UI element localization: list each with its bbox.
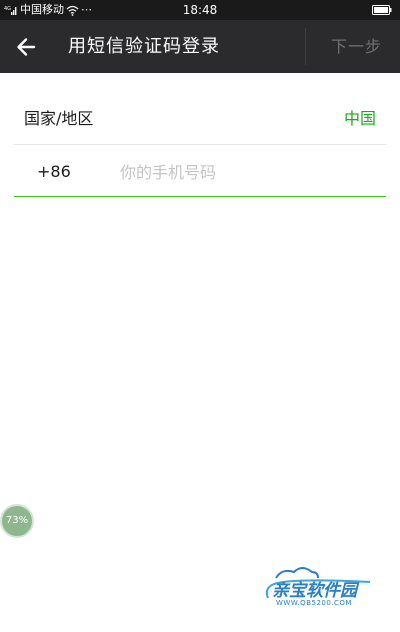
country-region-row[interactable]: 国家/地区 中国 — [0, 93, 400, 145]
page-title: 用短信验证码登录 — [68, 36, 220, 57]
watermark-url: WWW.QB5200.COM — [276, 599, 352, 607]
battery-icon — [372, 5, 392, 15]
status-bar: 4G 中国移动 ⋯ 18:48 — [0, 0, 400, 20]
phone-number-input[interactable] — [118, 158, 382, 186]
back-arrow-icon — [17, 38, 36, 56]
title-divider — [305, 28, 306, 65]
phone-number-row: +86 — [0, 146, 400, 198]
country-region-label: 国家/地区 — [24, 109, 94, 128]
country-code[interactable]: +86 — [37, 146, 71, 198]
country-region-value[interactable]: 中国 — [344, 93, 376, 145]
next-button[interactable]: 下一步 — [331, 20, 382, 73]
phone-input-underline — [14, 196, 386, 197]
svg-text:亲宝软件园: 亲宝软件园 — [272, 581, 360, 601]
title-bar: 用短信验证码登录 下一步 — [0, 20, 400, 73]
progress-badge[interactable]: 73% — [0, 504, 34, 538]
region-divider — [14, 144, 386, 145]
back-button[interactable] — [12, 32, 42, 62]
status-time: 18:48 — [182, 3, 218, 17]
